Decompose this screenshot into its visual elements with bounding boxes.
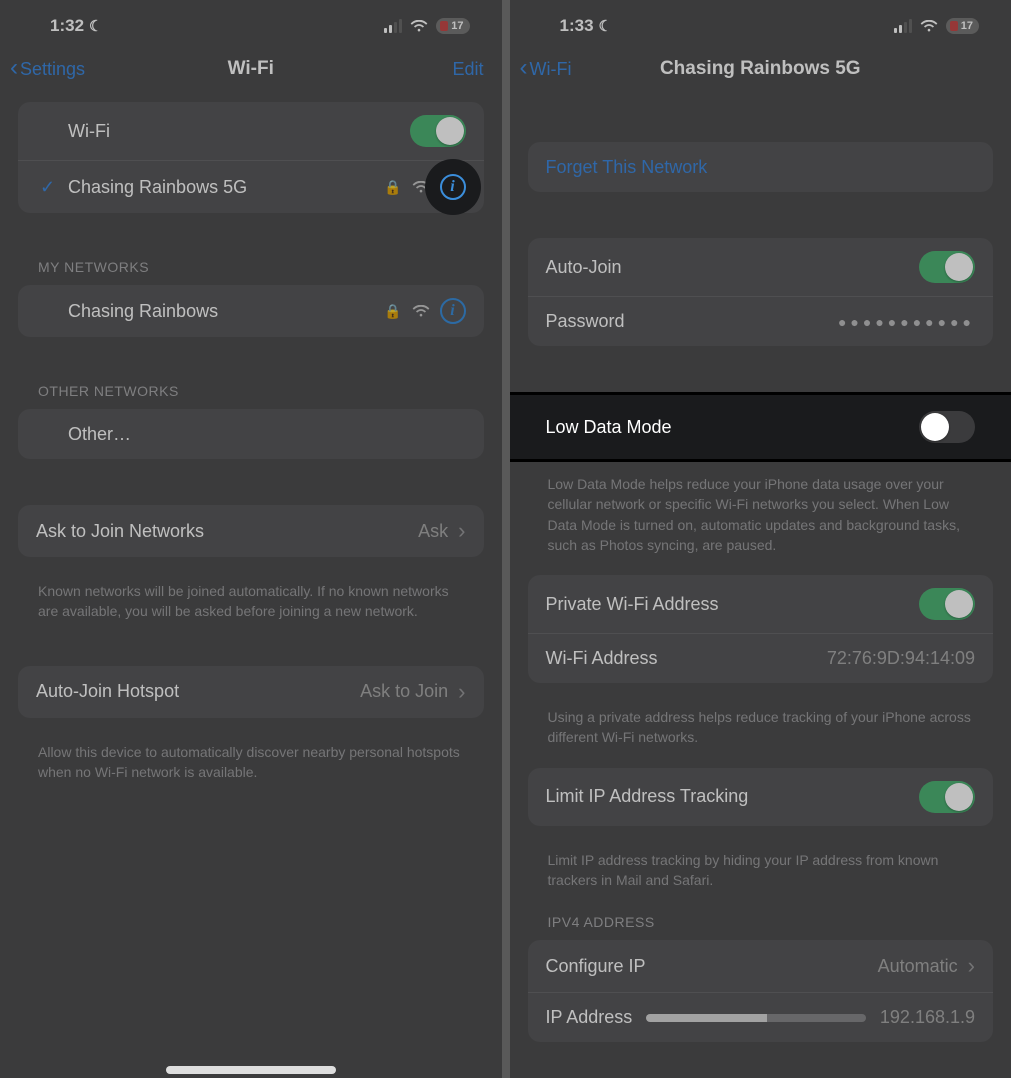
- status-bar: 1:33☾ 17: [510, 0, 1011, 44]
- nav-bar: ‹Settings Wi-Fi Edit: [0, 44, 502, 102]
- do-not-disturb-icon: ☾: [599, 18, 612, 35]
- private-wifi-address-toggle[interactable]: [919, 588, 975, 620]
- network-name: Chasing Rainbows: [68, 301, 384, 322]
- lock-icon: 🔒: [384, 303, 401, 320]
- limit-ip-label: Limit IP Address Tracking: [546, 786, 920, 807]
- private-wifi-address-label: Private Wi-Fi Address: [546, 594, 920, 615]
- private-wifi-address-row: Private Wi-Fi Address: [528, 575, 994, 633]
- lock-icon: 🔒: [384, 179, 401, 196]
- low-data-mode-label: Low Data Mode: [546, 417, 920, 438]
- back-button[interactable]: ‹Wi-Fi: [520, 56, 572, 82]
- cellular-signal-icon: [894, 19, 912, 33]
- configure-ip-value: Automatic: [878, 956, 958, 977]
- nav-bar: ‹Wi-Fi Chasing Rainbows 5G: [510, 44, 1011, 102]
- limit-ip-toggle[interactable]: [919, 781, 975, 813]
- chevron-right-icon: ›: [968, 953, 975, 979]
- private-address-group: Private Wi-Fi Address Wi-Fi Address 72:7…: [528, 575, 994, 683]
- ipv4-group: Configure IP Automatic › IP Address 192.…: [528, 940, 994, 1042]
- wifi-signal-icon: [412, 305, 430, 318]
- cellular-signal-icon: [384, 19, 402, 33]
- auto-hotspot-row[interactable]: Auto-Join Hotspot Ask to Join ›: [18, 666, 484, 718]
- auto-hotspot-note: Allow this device to automatically disco…: [18, 732, 484, 787]
- wifi-toggle[interactable]: [410, 115, 466, 147]
- wifi-detail-screen: 1:33☾ 17 ‹Wi-Fi Chasing Rainbows 5G Forg…: [510, 0, 1011, 1078]
- auto-hotspot-label: Auto-Join Hotspot: [36, 681, 360, 702]
- password-value: ●●●●●●●●●●●: [838, 314, 975, 330]
- forget-network-group: Forget This Network: [528, 142, 994, 192]
- my-networks-group: Chasing Rainbows 🔒 i: [18, 285, 484, 337]
- page-title: Wi-Fi: [228, 58, 274, 80]
- status-time: 1:33☾: [560, 16, 612, 36]
- wifi-status-group: Wi-Fi ✓ Chasing Rainbows 5G 🔒 i: [18, 102, 484, 213]
- other-network-row[interactable]: Other…: [18, 409, 484, 459]
- ip-address-value: 192.168.1.9: [880, 1007, 975, 1028]
- auto-join-label: Auto-Join: [546, 257, 920, 278]
- other-networks-header: OTHER NETWORKS: [18, 351, 484, 409]
- back-button[interactable]: ‹Settings: [10, 56, 85, 82]
- network-row[interactable]: Chasing Rainbows 🔒 i: [18, 285, 484, 337]
- limit-ip-note: Limit IP address tracking by hiding your…: [528, 840, 994, 895]
- chevron-right-icon: ›: [458, 679, 465, 705]
- ask-to-join-value: Ask: [418, 521, 448, 542]
- connected-network-row[interactable]: ✓ Chasing Rainbows 5G 🔒 i: [18, 160, 484, 213]
- low-data-mode-note: Low Data Mode helps reduce your iPhone d…: [528, 472, 994, 559]
- auto-hotspot-value: Ask to Join: [360, 681, 448, 702]
- autojoin-group: Auto-Join Password ●●●●●●●●●●●: [528, 238, 994, 346]
- wifi-status-icon: [920, 20, 938, 33]
- auto-join-toggle[interactable]: [919, 251, 975, 283]
- limit-ip-group: Limit IP Address Tracking: [528, 768, 994, 826]
- ask-to-join-row[interactable]: Ask to Join Networks Ask ›: [18, 505, 484, 557]
- checkmark-icon: ✓: [40, 177, 55, 198]
- configure-ip-row[interactable]: Configure IP Automatic ›: [528, 940, 994, 992]
- wifi-address-value: 72:76:9D:94:14:09: [827, 648, 975, 669]
- low-data-mode-highlight: Low Data Mode: [510, 392, 1011, 462]
- other-networks-group: Other…: [18, 409, 484, 459]
- status-bar: 1:32☾ 17: [0, 0, 502, 44]
- my-networks-header: MY NETWORKS: [18, 227, 484, 285]
- do-not-disturb-icon: ☾: [89, 18, 102, 35]
- page-title: Chasing Rainbows 5G: [660, 58, 861, 80]
- ask-to-join-label: Ask to Join Networks: [36, 521, 418, 542]
- low-data-mode-toggle[interactable]: [919, 411, 975, 443]
- info-button-highlight: i: [425, 159, 481, 215]
- chevron-right-icon: ›: [458, 518, 465, 544]
- wifi-address-row: Wi-Fi Address 72:76:9D:94:14:09: [528, 633, 994, 683]
- private-address-note: Using a private address helps reduce tra…: [528, 697, 994, 752]
- ip-address-label: IP Address: [546, 1007, 633, 1028]
- auto-hotspot-group: Auto-Join Hotspot Ask to Join ›: [18, 666, 484, 718]
- password-row[interactable]: Password ●●●●●●●●●●●: [528, 296, 994, 346]
- wifi-status-icon: [410, 20, 428, 33]
- ask-to-join-group: Ask to Join Networks Ask ›: [18, 505, 484, 557]
- home-indicator[interactable]: [166, 1066, 336, 1074]
- ask-to-join-note: Known networks will be joined automatica…: [18, 571, 484, 626]
- wifi-toggle-row: Wi-Fi: [18, 102, 484, 160]
- info-icon[interactable]: i: [440, 174, 466, 200]
- chevron-left-icon: ‹: [520, 54, 528, 82]
- battery-indicator: 17: [436, 18, 469, 34]
- configure-ip-label: Configure IP: [546, 956, 878, 977]
- scroll-indicator: [646, 1014, 866, 1022]
- info-icon[interactable]: i: [440, 298, 466, 324]
- chevron-left-icon: ‹: [10, 54, 18, 82]
- other-network-label: Other…: [68, 424, 466, 445]
- ip-address-row: IP Address 192.168.1.9: [528, 992, 994, 1042]
- wifi-address-label: Wi-Fi Address: [546, 648, 827, 669]
- wifi-toggle-label: Wi-Fi: [68, 121, 410, 142]
- wifi-list-screen: 1:32☾ 17 ‹Settings Wi-Fi Edit Wi-Fi ✓ Ch…: [0, 0, 502, 1078]
- auto-join-row: Auto-Join: [528, 238, 994, 296]
- ipv4-header: IPV4 ADDRESS: [528, 894, 994, 940]
- password-label: Password: [546, 311, 838, 332]
- limit-ip-row: Limit IP Address Tracking: [528, 768, 994, 826]
- battery-indicator: 17: [946, 18, 979, 34]
- forget-network-button[interactable]: Forget This Network: [528, 142, 994, 192]
- status-time: 1:32☾: [50, 16, 102, 36]
- edit-button[interactable]: Edit: [452, 59, 483, 80]
- connected-network-name: Chasing Rainbows 5G: [68, 177, 384, 198]
